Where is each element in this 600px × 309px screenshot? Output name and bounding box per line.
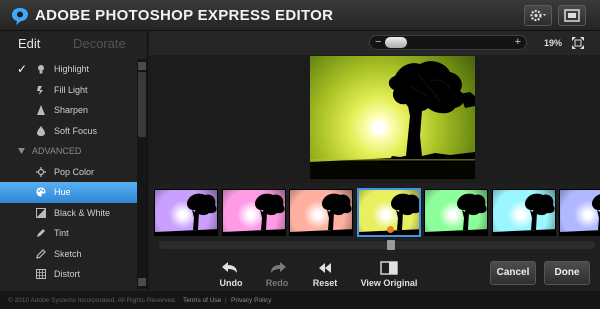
menu-item-pop-color[interactable]: Pop Color [0,162,137,183]
thumbnail-silhouette [155,193,217,235]
hue-thumbnail[interactable] [221,189,286,236]
undo-icon [222,262,237,273]
chevron-down-icon [18,148,25,154]
eyedropper-icon [37,229,45,237]
check-icon: ✓ [17,62,28,76]
tab-decorate[interactable]: Decorate [73,36,126,51]
menu-item-tint[interactable]: Tint [0,223,137,244]
app-title: ADOBE PHOTOSHOP EXPRESS EDITOR [35,7,334,24]
scroll-thumb[interactable] [138,72,146,137]
undo-button[interactable]: Undo [206,261,256,288]
gear-icon [530,9,546,22]
done-button[interactable]: Done [544,261,590,285]
selected-marker-icon [386,226,394,233]
thumbnail-silhouette [290,193,352,235]
hue-thumbnail[interactable] [559,189,600,236]
undo-label: Undo [219,278,243,288]
palette-icon [36,187,46,197]
compare-icon [380,261,398,275]
app-header: ADOBE PHOTOSHOP EXPRESS EDITOR [0,0,600,31]
thumbnail-silhouette [560,194,600,235]
redo-icon [271,262,286,273]
scroll-down-arrow-icon[interactable] [138,278,146,286]
zoom-slider-knob[interactable] [385,37,407,48]
thumbnail-silhouette [492,193,555,235]
image-canvas [149,55,600,183]
reset-label: Reset [312,278,338,288]
fill-light-icon [37,85,43,95]
zoom-slider[interactable]: − + [369,35,527,50]
menu-item-highlight[interactable]: ✓ Highlight [0,59,137,80]
hue-filmstrip [149,183,600,253]
bottom-toolbar: Undo Redo Reset View Original Cancel Don… [149,253,600,291]
panel-tabs: Edit Decorate [0,31,147,57]
reset-icon [319,263,331,273]
footer-separator: | [225,297,227,304]
droplet-icon [37,125,45,136]
app-logo-icon [12,8,28,25]
fullscreen-button[interactable] [558,5,586,26]
hue-thumbnail[interactable] [289,189,353,236]
menu-label: Hue [54,187,71,197]
edit-panel: Edit Decorate ✓ Highlight Fill Light Sha… [0,31,148,291]
tree-silhouette [310,61,475,179]
menu-item-sketch[interactable]: Sketch [0,244,137,265]
settings-button[interactable] [524,5,552,26]
copyright-text: © 2010 Adobe Systems Incorporated. All R… [8,297,177,304]
panel-scrollbar[interactable] [137,59,147,289]
pencil-icon [36,248,46,259]
menu-item-hue[interactable]: Hue [0,182,137,203]
menu-label: Highlight [54,64,90,74]
menu-item-distort[interactable]: Distort [0,264,137,285]
thumbnail-silhouette [425,193,487,235]
footer: © 2010 Adobe Systems Incorporated. All R… [0,291,600,309]
hue-thumbnail[interactable] [491,189,556,236]
hue-thumbnail[interactable] [154,189,218,236]
lightbulb-icon [38,65,44,74]
menu-label: Soft Focus [54,125,98,136]
menu-label: Sharpen [54,105,89,115]
redo-label: Redo [265,278,289,288]
zoom-level: 19% [544,38,563,48]
view-original-label: View Original [360,278,418,288]
distort-icon [36,269,46,279]
terms-link[interactable]: Terms of Use [183,297,221,304]
photo-preview[interactable] [310,56,475,179]
edit-menu: ✓ Highlight Fill Light Sharpen Soft Focu… [0,59,137,285]
thumbnail-silhouette [222,193,285,235]
section-header-advanced[interactable]: ADVANCED [0,141,137,162]
menu-label: Black & White [54,207,111,218]
hue-thumbnail[interactable] [424,189,488,236]
fit-to-screen-icon[interactable] [572,37,584,49]
cancel-button[interactable]: Cancel [490,261,536,285]
tab-edit[interactable]: Edit [18,36,40,51]
menu-label: Fill Light [54,84,88,95]
menu-label: Distort [54,269,81,279]
hue-thumbnail-selected[interactable] [356,188,421,237]
filmstrip-scrollbar[interactable] [159,240,595,250]
fullscreen-icon [564,9,580,22]
sharpen-icon [37,105,45,115]
menu-item-black-white[interactable]: Black & White [0,203,137,224]
filmstrip-scroll-knob[interactable] [387,240,395,250]
reset-button[interactable]: Reset [300,261,350,288]
zoom-in-icon[interactable]: + [515,36,521,48]
menu-item-soft-focus[interactable]: Soft Focus [0,121,137,142]
view-original-button[interactable]: View Original [354,261,424,288]
menu-label: Sketch [54,248,82,259]
redo-button[interactable]: Redo [252,261,302,288]
privacy-link[interactable]: Privacy Policy [231,297,271,304]
section-label: ADVANCED [32,146,82,156]
black-white-icon [36,207,46,218]
zoom-bar: − + 19% [149,31,600,55]
menu-label: Pop Color [54,166,95,177]
menu-label: Tint [54,228,69,238]
scroll-up-arrow-icon[interactable] [138,62,146,70]
menu-item-sharpen[interactable]: Sharpen [0,100,137,121]
thumbnail-row [154,188,600,238]
pop-color-icon [36,166,46,177]
menu-item-fill-light[interactable]: Fill Light [0,80,137,101]
zoom-out-icon[interactable]: − [375,36,381,48]
